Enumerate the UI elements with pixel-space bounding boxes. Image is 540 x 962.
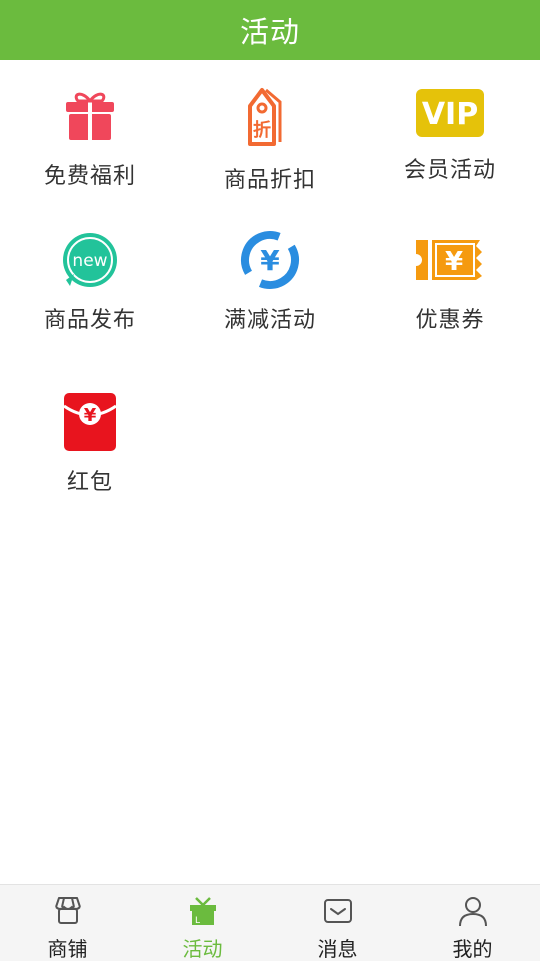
grid-item-label: 免费福利 <box>43 164 136 189</box>
message-icon <box>322 895 354 931</box>
grid-item-coupon[interactable]: ¥ 优惠券 <box>360 228 540 334</box>
grid-item-label: 商品折扣 <box>223 168 316 193</box>
red-packet-icon: ¥ <box>58 390 122 454</box>
tab-messages[interactable]: 消息 <box>270 885 405 961</box>
grid-item-full-reduction[interactable]: ¥ 满减活动 <box>180 228 360 334</box>
grid-item-label: 红包 <box>66 470 113 495</box>
svg-text:VIP: VIP <box>422 97 478 132</box>
grid-item-red-packet[interactable]: ¥ 红包 <box>0 390 180 496</box>
svg-text:¥: ¥ <box>260 244 280 277</box>
tab-label: 我的 <box>452 937 493 961</box>
profile-icon <box>457 895 489 931</box>
shop-icon <box>52 895 84 931</box>
svg-text:¥: ¥ <box>445 247 463 277</box>
yuan-refresh-icon: ¥ <box>238 228 302 292</box>
tab-label: 商铺 <box>47 937 88 961</box>
tab-activity[interactable]: L 活动 <box>135 885 270 961</box>
coupon-icon: ¥ <box>414 228 486 292</box>
grid-item-free-benefits[interactable]: 免费福利 <box>0 84 180 190</box>
grid-item-member-activity[interactable]: VIP 会员活动 <box>360 88 540 184</box>
page-title: 活动 <box>239 15 300 49</box>
grid-item-label: 满减活动 <box>223 308 316 333</box>
tab-label: 活动 <box>182 937 223 961</box>
grid-item-label: 优惠券 <box>415 308 485 333</box>
grid-item-label: 商品发布 <box>43 308 136 333</box>
activity-gift-icon: L <box>187 895 219 931</box>
tab-mine[interactable]: 我的 <box>405 885 540 961</box>
svg-text:new: new <box>72 251 107 271</box>
new-bubble-icon: new <box>58 228 122 292</box>
grid-item-product-discount[interactable]: 折 商品折扣 <box>180 82 360 194</box>
gift-icon <box>58 84 122 148</box>
bottom-tab-bar: 商铺 L 活动 消息 我的 <box>0 884 540 961</box>
svg-text:¥: ¥ <box>84 405 97 426</box>
svg-text:折: 折 <box>253 119 271 141</box>
tab-shop[interactable]: 商铺 <box>0 885 135 961</box>
grid-item-label: 会员活动 <box>403 158 496 183</box>
grid-item-product-release[interactable]: new 商品发布 <box>0 228 180 334</box>
svg-text:L: L <box>195 916 200 926</box>
vip-badge-icon: VIP <box>415 88 485 138</box>
page-header: 活动 <box>0 0 540 60</box>
discount-tag-icon: 折 <box>238 82 302 152</box>
tab-label: 消息 <box>317 937 358 961</box>
